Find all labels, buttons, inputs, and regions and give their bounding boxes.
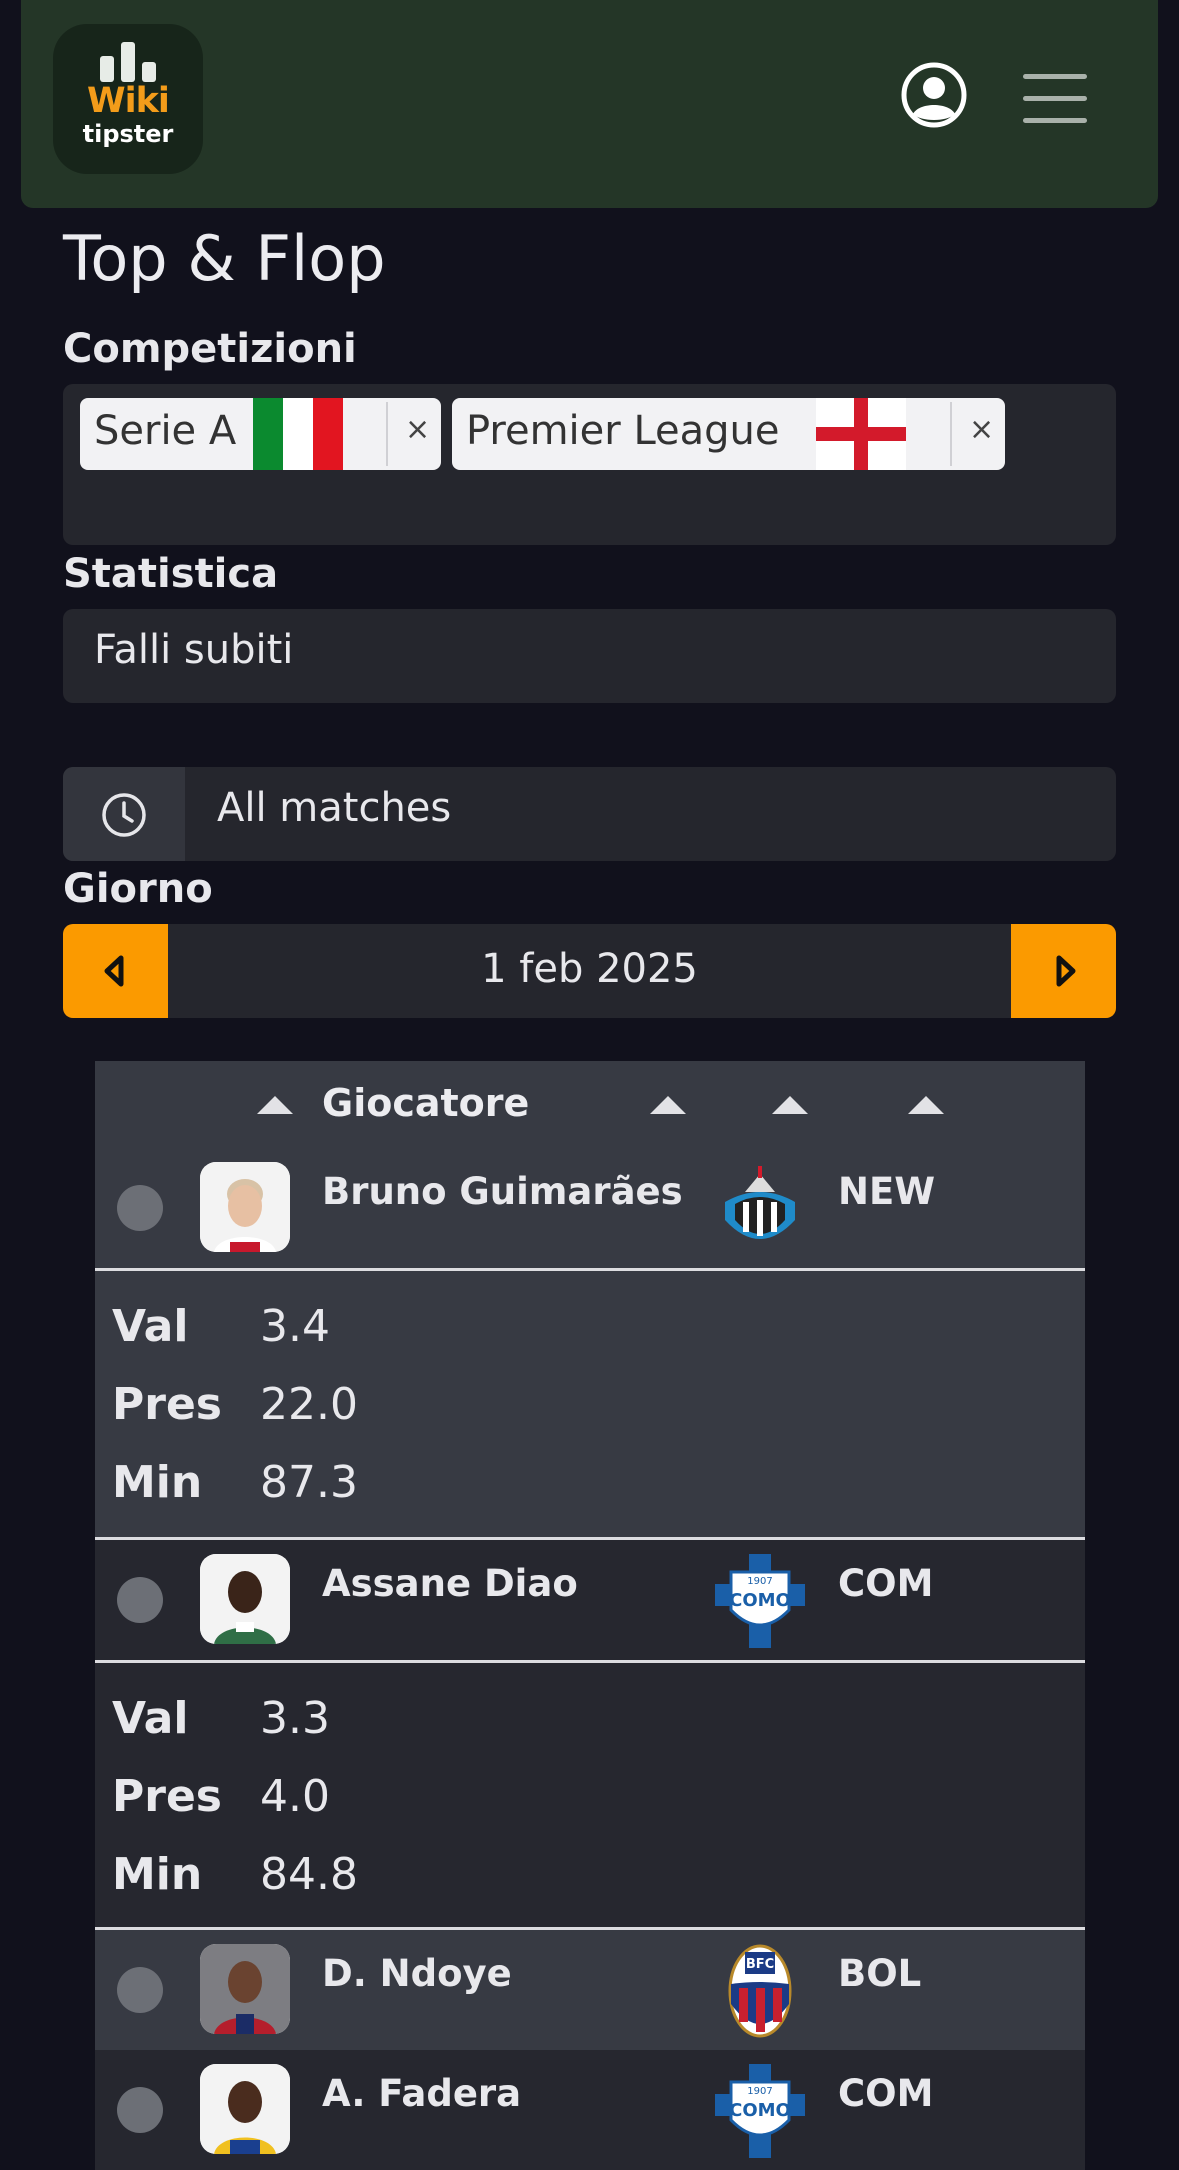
stat-label-val: Val bbox=[112, 1693, 189, 1744]
team-abbreviation: NEW bbox=[838, 1170, 936, 1213]
chip-serie-a: Serie A × bbox=[80, 398, 441, 470]
clock-icon bbox=[102, 793, 146, 837]
player-avatar bbox=[200, 2064, 290, 2154]
team-abbreviation: COM bbox=[838, 1562, 934, 1605]
date-display[interactable]: 1 feb 2025 bbox=[168, 924, 1011, 1018]
remove-chip-serie-a-button[interactable]: × bbox=[405, 412, 430, 447]
selected-date: 1 feb 2025 bbox=[481, 946, 698, 992]
sort-value-icon[interactable] bbox=[772, 1096, 808, 1114]
statistic-select[interactable]: Falli subiti bbox=[63, 609, 1116, 703]
hamburger-menu-icon[interactable] bbox=[1023, 74, 1087, 124]
table-row[interactable]: D. Ndoye BFC BOL bbox=[95, 1930, 1085, 2050]
table-row[interactable]: Assane Diao COMO 1907 COM bbox=[95, 1540, 1085, 1660]
chip-label: Serie A bbox=[94, 408, 237, 454]
chip-premier-league: Premier League × bbox=[452, 398, 1005, 470]
newcastle-crest-icon bbox=[725, 1166, 795, 1239]
italy-flag-icon bbox=[253, 398, 343, 470]
clock-icon-cell bbox=[63, 767, 185, 861]
player-name: Assane Diao bbox=[322, 1562, 578, 1605]
previous-day-button[interactable] bbox=[63, 924, 168, 1018]
logo-bars-icon bbox=[100, 42, 160, 82]
top-navbar: Wiki tipster bbox=[21, 0, 1158, 208]
chip-separator bbox=[950, 402, 952, 466]
svg-text:1907: 1907 bbox=[747, 2086, 772, 2097]
user-circle-icon[interactable] bbox=[901, 62, 967, 128]
day-label: Giorno bbox=[63, 866, 213, 912]
stat-label-pres: Pres bbox=[112, 1771, 222, 1822]
statistic-selected-value: Falli subiti bbox=[94, 627, 294, 673]
player-avatar bbox=[200, 1554, 290, 1644]
stat-label-min: Min bbox=[112, 1849, 203, 1900]
row-select-radio[interactable] bbox=[117, 2087, 163, 2133]
caret-left-icon bbox=[104, 955, 124, 987]
player-avatar bbox=[200, 1162, 290, 1252]
team-abbreviation: BOL bbox=[838, 1952, 922, 1995]
stat-value-pres: 22.0 bbox=[260, 1379, 358, 1430]
sort-minutes-icon[interactable] bbox=[908, 1096, 944, 1114]
stat-value-val: 3.4 bbox=[260, 1301, 330, 1352]
player-avatar bbox=[200, 1944, 290, 2034]
stat-value-val: 3.3 bbox=[260, 1693, 330, 1744]
table-header: Giocatore bbox=[95, 1061, 1085, 1148]
stat-label-val: Val bbox=[112, 1301, 189, 1352]
matches-filter-select[interactable]: All matches bbox=[63, 767, 1116, 861]
england-flag-icon bbox=[816, 398, 906, 470]
competitions-label: Competizioni bbox=[63, 326, 357, 372]
wikitipster-logo[interactable]: Wiki tipster bbox=[53, 24, 203, 174]
next-day-button[interactable] bbox=[1011, 924, 1116, 1018]
stat-label-min: Min bbox=[112, 1457, 203, 1508]
competitions-multiselect[interactable]: Serie A × Premier League × bbox=[63, 384, 1116, 545]
logo-text-wiki: Wiki bbox=[87, 81, 170, 121]
svg-text:BFC: BFC bbox=[746, 1957, 774, 1972]
svg-text:COMO: COMO bbox=[729, 1590, 791, 1611]
logo-text-tipster: tipster bbox=[82, 120, 174, 148]
player-name: A. Fadera bbox=[322, 2072, 522, 2115]
bologna-crest-icon: BFC bbox=[728, 1944, 792, 2038]
row-select-radio[interactable] bbox=[117, 1577, 163, 1623]
table-row[interactable]: Bruno Guimarães NEW bbox=[95, 1148, 1085, 1268]
sort-rank-icon[interactable] bbox=[257, 1096, 293, 1114]
row-stats-panel: Val 3.4 Pres 22.0 Min 87.3 bbox=[95, 1271, 1085, 1537]
svg-text:COMO: COMO bbox=[729, 2100, 791, 2121]
stat-value-pres: 4.0 bbox=[260, 1771, 330, 1822]
stat-value-min: 87.3 bbox=[260, 1457, 358, 1508]
caret-right-icon bbox=[1056, 955, 1076, 987]
sort-team-icon[interactable] bbox=[650, 1096, 686, 1114]
row-select-radio[interactable] bbox=[117, 1185, 163, 1231]
row-stats-panel: Val 3.3 Pres 4.0 Min 84.8 bbox=[95, 1663, 1085, 1929]
stat-value-min: 84.8 bbox=[260, 1849, 358, 1900]
stat-label-pres: Pres bbox=[112, 1379, 222, 1430]
remove-chip-premier-league-button[interactable]: × bbox=[969, 412, 994, 447]
statistic-label: Statistica bbox=[63, 551, 279, 597]
como-crest-icon: COMO 1907 bbox=[715, 2064, 805, 2158]
matches-filter-value: All matches bbox=[217, 785, 452, 831]
chip-separator bbox=[386, 402, 388, 466]
chip-label: Premier League bbox=[466, 408, 780, 454]
svg-text:1907: 1907 bbox=[747, 1576, 772, 1587]
team-abbreviation: COM bbox=[838, 2072, 934, 2115]
player-name: Bruno Guimarães bbox=[322, 1170, 683, 1213]
page-title: Top & Flop bbox=[63, 222, 386, 295]
table-row[interactable]: A. Fadera COMO 1907 COM bbox=[95, 2050, 1085, 2170]
player-name: D. Ndoye bbox=[322, 1952, 512, 1995]
como-crest-icon: COMO 1907 bbox=[715, 1554, 805, 1648]
row-select-radio[interactable] bbox=[117, 1967, 163, 2013]
player-column-header[interactable]: Giocatore bbox=[322, 1081, 529, 1125]
